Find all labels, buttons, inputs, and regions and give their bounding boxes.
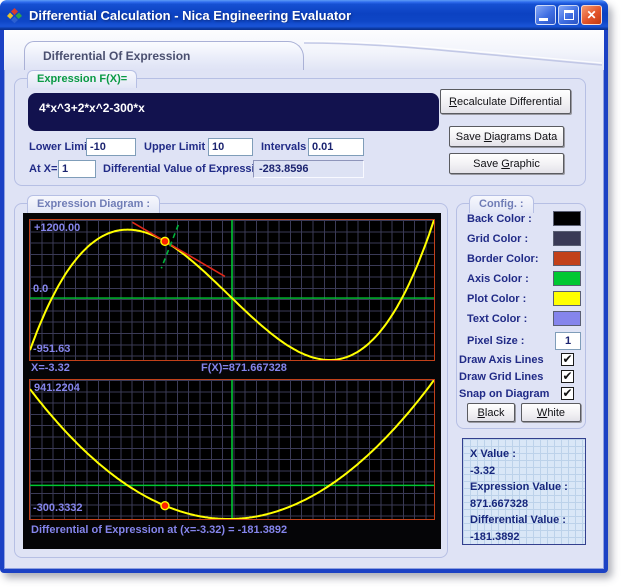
plot1-fx-caption: F(X)=871.667328 [201,362,287,374]
window-title: Differential Calculation - Nica Engineer… [29,8,535,23]
expression-group: Expression F(X)= 4*x^3+2*x^2-300*x Lower… [14,78,586,186]
pixel-size-input[interactable] [555,332,581,350]
title-bar[interactable]: Differential Calculation - Nica Engineer… [0,0,608,30]
app-window: Differential Calculation - Nica Engineer… [0,0,608,573]
white-button[interactable]: White [521,403,581,422]
back-color-label: Back Color : [467,213,532,225]
expression-input[interactable]: 4*x^3+2*x^2-300*x [28,93,439,131]
draw-grid-lines-label: Draw Grid Lines [459,371,543,383]
differential-caption: Differential of Expression at (x=-3.32) … [31,524,287,536]
x-value-label: X Value : [470,446,585,463]
upper-limit-label: Upper Limit : [144,141,212,153]
draw-grid-lines-checkbox[interactable]: ✔ [561,370,574,383]
grid-color-label: Grid Color : [467,233,528,245]
save-diagrams-data-button[interactable]: Save Diagrams Data [449,126,564,147]
expression-value: 871.667328 [470,496,585,513]
border-color-label: Border Color: [467,253,539,265]
plot-color-label: Plot Color : [467,293,526,305]
diagram-canvas: +1200.00 0.0 -951.63 X=-3.32 F(X)=871.66… [23,213,441,549]
window-content: Differential Of Expression Expression F(… [4,30,604,569]
draw-axis-lines-checkbox[interactable]: ✔ [561,353,574,366]
minimize-icon [539,18,548,21]
result-box: X Value : -3.32 Expression Value : 871.6… [462,438,586,545]
axis-color-label: Axis Color : [467,273,529,285]
differential-value-label: Differential Value : [470,512,585,529]
draw-axis-lines-label: Draw Axis Lines [459,354,544,366]
plot-color-swatch[interactable] [553,291,581,306]
save-graphic-button[interactable]: Save Graphic [449,153,564,174]
config-group: Config. : Back Color : Grid Color : Bord… [456,203,586,429]
close-button[interactable]: ✕ [581,5,602,25]
grid-color-swatch[interactable] [553,231,581,246]
border-color-swatch[interactable] [553,251,581,266]
tab-label: Differential Of Expression [43,49,190,63]
lower-limit-input[interactable] [86,138,136,156]
expression-diagram-group: Expression Diagram : +1200.00 0.0 -951.6… [14,203,448,558]
axis-color-swatch[interactable] [553,271,581,286]
config-group-label: Config. : [469,195,534,213]
text-color-label: Text Color : [467,313,527,325]
plot1-x-caption: X=-3.32 [31,362,70,374]
back-color-swatch[interactable] [553,211,581,226]
x-value: -3.32 [470,463,585,480]
differential-value-field: -283.8596 [253,160,364,178]
snap-on-diagram-label: Snap on Diagram [459,388,549,400]
differential-plot[interactable]: 941.2204 -300.3332 [29,379,435,520]
expression-value-label: Expression Value : [470,479,585,496]
maximize-icon [564,10,574,20]
text-color-swatch[interactable] [553,311,581,326]
minimize-button[interactable] [535,5,556,25]
black-button[interactable]: Black [467,403,515,422]
app-icon [6,7,23,24]
at-x-input[interactable] [58,160,96,178]
differential-value-label: Differential Value of Expression= [103,163,274,175]
at-x-label: At X= [29,163,57,175]
tab-strip: Differential Of Expression [4,30,604,70]
expression-text: 4*x^3+2*x^2-300*x [39,101,145,115]
tab-differential-of-expression[interactable]: Differential Of Expression [24,41,304,70]
expression-group-label: Expression F(X)= [27,70,137,88]
intervals-input[interactable] [308,138,364,156]
snap-on-diagram-checkbox[interactable]: ✔ [561,387,574,400]
expression-plot[interactable]: +1200.00 0.0 -951.63 [29,219,435,361]
intervals-label: Intervals : [261,141,313,153]
pixel-size-label: Pixel Size : [467,335,524,347]
maximize-button[interactable] [558,5,579,25]
differential-value: -181.3892 [470,529,585,546]
recalculate-differential-button[interactable]: Recalculate Differential [440,89,571,114]
expression-diagram-label: Expression Diagram : [27,195,160,213]
close-icon: ✕ [586,8,596,22]
upper-limit-input[interactable] [208,138,253,156]
